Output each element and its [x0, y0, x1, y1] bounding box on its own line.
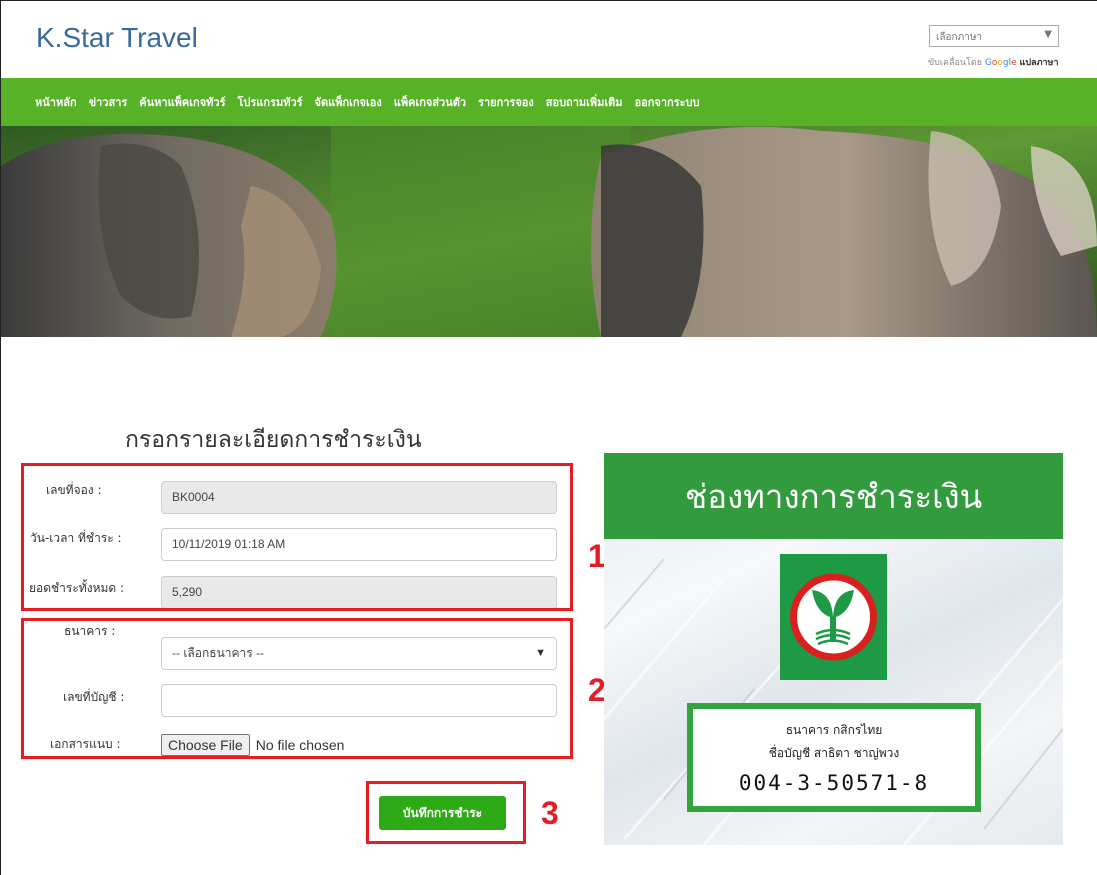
- nav-item-search-package[interactable]: ค้นหาแพ็คเกจทัวร์: [139, 93, 225, 111]
- payment-channel-panel: ช่องทางการชำระเงิน ธนาคาร กสิกรไทย ชื่อบ…: [604, 453, 1063, 845]
- nav-item-bookings[interactable]: รายการจอง: [478, 93, 534, 111]
- google-logo[interactable]: Google: [985, 58, 1017, 68]
- nav-items: หน้าหลัก ข่าวสาร ค้นหาแพ็คเกจทัวร์ โปรแก…: [35, 78, 700, 126]
- nav-item-logout[interactable]: ออกจากระบบ: [635, 93, 700, 111]
- site-title[interactable]: K.Star Travel: [36, 22, 198, 54]
- kasikorn-bank-logo: [780, 554, 887, 680]
- elephants-illustration: [1, 126, 1097, 337]
- bank-account-number: 004-3-50571-8: [738, 771, 930, 795]
- main-navbar: หน้าหลัก ข่าวสาร ค้นหาแพ็คเกจทัวร์ โปรแก…: [1, 78, 1097, 126]
- nav-item-tour-program[interactable]: โปรแกรมทัวร์: [238, 93, 303, 111]
- form-title: กรอกรายละเอียดการชำระเงิน: [125, 427, 422, 453]
- annotation-box-2: [21, 618, 573, 759]
- google-translate-note: ขับเคลื่อนโดย Google แปลภาษา: [928, 55, 1059, 69]
- kbank-leaf-icon: [790, 573, 877, 661]
- language-select[interactable]: เลือกภาษา ▼: [929, 25, 1059, 47]
- nav-item-custom-package[interactable]: จัดแพ็กเกจเอง: [315, 93, 382, 111]
- bank-name: ธนาคาร กสิกรไทย: [785, 723, 883, 737]
- nav-item-home[interactable]: หน้าหลัก: [35, 93, 77, 111]
- bank-account-card: ธนาคาร กสิกรไทย ชื่อบัญชี สาธิตา ชาญ่พวง…: [687, 703, 981, 812]
- banner-image: [1, 126, 1097, 337]
- powered-by-text: ขับเคลื่อนโดย: [928, 58, 982, 68]
- account-holder-name: ชื่อบัญชี สาธิตา ชาญ่พวง: [768, 746, 900, 760]
- annotation-box-1: [21, 463, 573, 611]
- translate-link[interactable]: แปลภาษา: [1020, 58, 1059, 68]
- annotation-number-3: 3: [541, 795, 559, 831]
- nav-item-private-package[interactable]: แพ็คเกจส่วนตัว: [394, 93, 466, 111]
- nav-item-contact[interactable]: สอบถามเพิ่มเติม: [546, 93, 623, 111]
- nav-item-news[interactable]: ข่าวสาร: [89, 93, 128, 111]
- language-select-value: เลือกภาษา: [936, 32, 983, 43]
- payment-channel-title: ช่องทางการชำระเงิน: [604, 453, 1063, 539]
- annotation-box-3: [366, 781, 526, 844]
- dropdown-arrow-icon: ▼: [1044, 29, 1052, 40]
